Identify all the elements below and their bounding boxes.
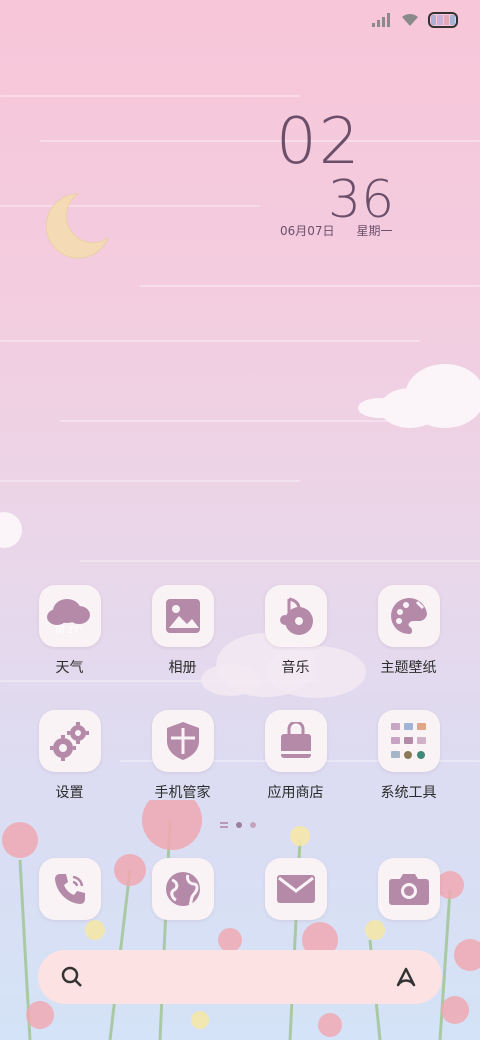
shopping-bag-icon bbox=[264, 710, 327, 772]
weather-widget-text: 阴 27° bbox=[55, 625, 84, 636]
page-dot-active bbox=[236, 822, 242, 828]
date-text: 06月07日 bbox=[280, 224, 335, 238]
folder-grid-icon bbox=[377, 710, 440, 772]
app-label: 主题壁纸 bbox=[380, 660, 437, 676]
battery-icon bbox=[428, 12, 458, 28]
search-icon[interactable] bbox=[60, 965, 84, 989]
app-label: 手机管家 bbox=[154, 785, 211, 801]
wifi-icon bbox=[402, 13, 418, 26]
dock-phone[interactable] bbox=[13, 858, 126, 920]
app-weather[interactable]: 阴 27° 天气 bbox=[13, 585, 126, 677]
app-music[interactable]: 音乐 bbox=[239, 585, 352, 677]
moon-icon bbox=[45, 193, 110, 259]
weather-icon: 阴 27° bbox=[38, 585, 101, 647]
app-label: 设置 bbox=[55, 785, 84, 801]
gallery-icon bbox=[151, 585, 214, 647]
app-label: 系统工具 bbox=[380, 785, 437, 801]
clock-minute: 36 bbox=[328, 170, 395, 230]
weekday-text: 星期一 bbox=[356, 224, 393, 238]
shield-icon bbox=[151, 710, 214, 772]
app-themes[interactable]: 主题壁纸 bbox=[352, 585, 465, 677]
app-label: 天气 bbox=[55, 660, 84, 676]
app-label: 音乐 bbox=[281, 660, 310, 676]
clock-hour: 02 bbox=[276, 105, 362, 179]
app-store[interactable]: 应用商店 bbox=[239, 710, 352, 802]
sky-streak bbox=[0, 340, 420, 342]
sky-streak bbox=[0, 95, 300, 97]
signal-icon bbox=[372, 13, 390, 27]
palette-icon bbox=[377, 585, 440, 647]
music-icon bbox=[264, 585, 327, 647]
page-dot bbox=[250, 822, 256, 828]
sky-streak bbox=[0, 480, 300, 482]
settings-gear-icon bbox=[38, 710, 101, 772]
flowers-illustration bbox=[2, 800, 480, 1040]
app-label: 相册 bbox=[168, 660, 197, 676]
camera-icon bbox=[377, 858, 440, 920]
dock-browser[interactable] bbox=[126, 858, 239, 920]
app-phone-manager[interactable]: 手机管家 bbox=[126, 710, 239, 802]
browser-globe-icon bbox=[151, 858, 214, 920]
cloud-icon bbox=[0, 512, 22, 548]
cloud-icon bbox=[358, 364, 480, 428]
clock-widget[interactable]: 02 36 06月07日 星期一 bbox=[276, 105, 395, 238]
sky-streak bbox=[40, 140, 480, 142]
app-gallery[interactable]: 相册 bbox=[126, 585, 239, 677]
dock-mail[interactable] bbox=[239, 858, 352, 920]
app-label: 应用商店 bbox=[267, 785, 324, 801]
search-bar[interactable] bbox=[38, 950, 442, 1004]
phone-icon bbox=[38, 858, 101, 920]
page-overview-icon bbox=[220, 822, 228, 828]
mail-icon bbox=[264, 858, 327, 920]
date-row: 06月07日 星期一 bbox=[280, 222, 393, 239]
page-indicator[interactable] bbox=[220, 822, 256, 828]
sky-streak bbox=[80, 560, 480, 562]
sky-streak bbox=[140, 285, 480, 287]
app-settings[interactable]: 设置 bbox=[13, 710, 126, 802]
status-bar bbox=[0, 0, 480, 42]
dock-camera[interactable] bbox=[352, 858, 465, 920]
assistant-icon[interactable] bbox=[392, 965, 420, 989]
folder-system-tools[interactable]: 系统工具 bbox=[352, 710, 465, 802]
